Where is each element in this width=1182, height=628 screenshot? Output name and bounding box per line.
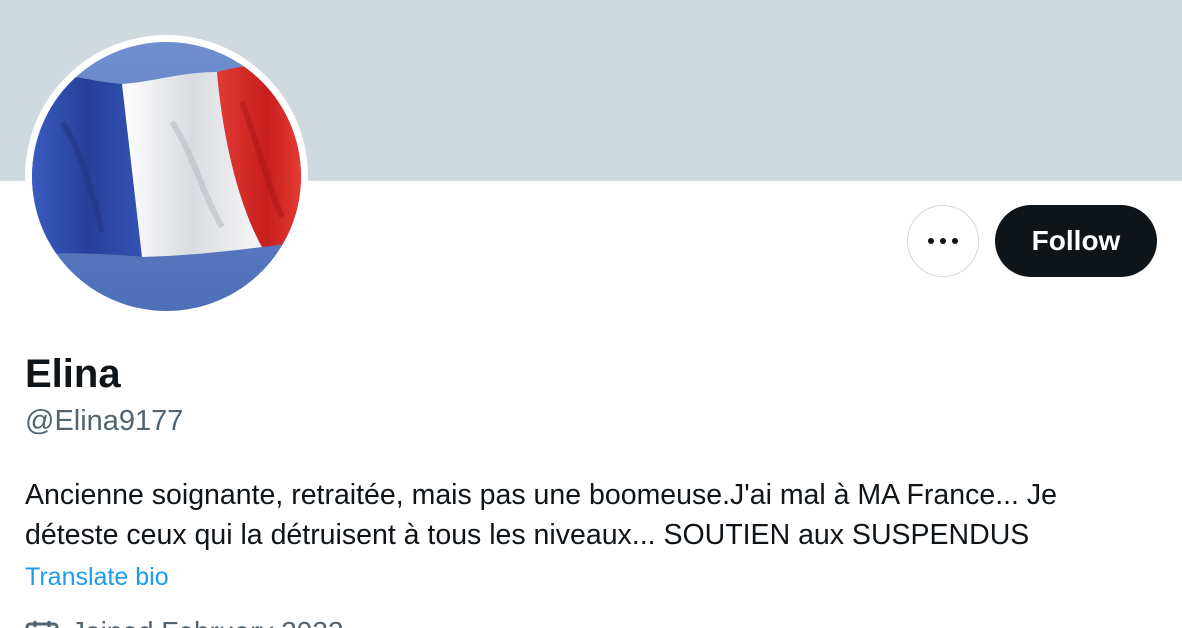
joined-date-text: Joined February 2022 xyxy=(71,612,343,628)
profile-avatar[interactable] xyxy=(25,35,308,318)
bio-line: déteste ceux qui la détruisent à tous le… xyxy=(25,519,1030,551)
more-horizontal-icon xyxy=(928,238,958,244)
translate-bio-link[interactable]: Translate bio xyxy=(25,561,169,593)
calendar-icon xyxy=(25,621,59,628)
profile-bio: Ancienne soignante, retraitée, mais pas … xyxy=(25,475,1155,555)
profile-handle: @Elina9177 xyxy=(25,405,184,437)
profile-display-name: Elina xyxy=(25,352,121,396)
french-flag-image xyxy=(32,42,301,311)
follow-button[interactable]: Follow xyxy=(995,205,1157,277)
profile-page: Follow Elina @Elina9177 Ancienne soignan… xyxy=(0,0,1182,628)
more-options-button[interactable] xyxy=(907,205,979,277)
bio-line: Ancienne soignante, retraitée, mais pas … xyxy=(25,479,1057,511)
joined-date: Joined February 2022 xyxy=(25,612,343,628)
